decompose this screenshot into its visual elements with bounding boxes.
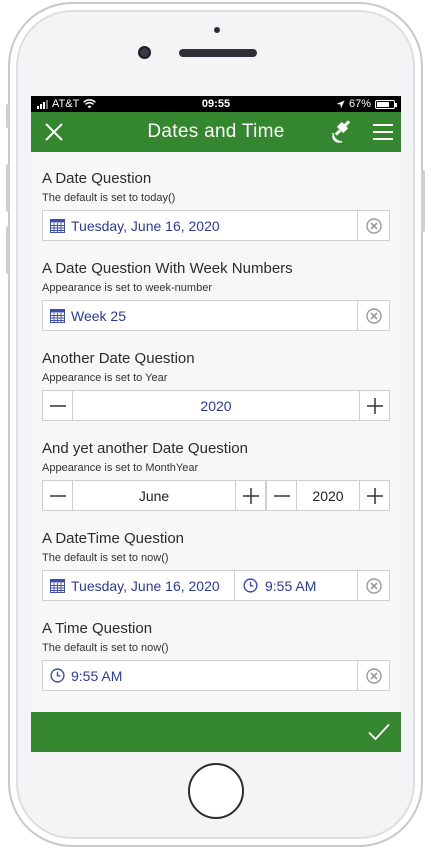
front-camera [138,46,151,59]
question-label: A Date Question With Week Numbers [42,260,293,277]
time-value: 9:55 AM [265,577,317,594]
clear-button[interactable] [358,660,390,691]
question-hint: Appearance is set to week-number [42,282,212,294]
month-value[interactable]: June [73,480,235,511]
minus-icon [49,494,66,497]
form-footer [31,712,401,752]
clear-icon [365,667,382,684]
question-month-year: And yet another Date Question Appearance… [42,422,390,512]
clear-icon [365,577,382,594]
date-field[interactable]: Tuesday, June 16, 2020 [42,210,358,241]
week-value: Week 25 [71,307,126,324]
clock-time: 09:55 [201,98,231,110]
proximity-sensor [214,27,220,33]
clear-button[interactable] [358,300,390,331]
week-field[interactable]: Week 25 [42,300,358,331]
question-datetime: A DateTime Question The default is set t… [42,512,390,602]
question-label: A Time Question [42,620,153,637]
question-hint: Appearance is set to MonthYear [42,462,199,474]
gps-button[interactable] [327,112,357,152]
calendar-icon [49,578,65,593]
menu-button[interactable] [369,112,397,152]
time-field[interactable]: 9:55 AM [42,660,358,691]
volume-down-button [6,226,10,274]
plus-icon [242,487,259,504]
form-content: A Date Question The default is set to to… [31,152,401,692]
volume-up-button [6,164,10,212]
month-increment-button[interactable] [235,480,266,511]
question-hint: Appearance is set to Year [42,372,168,384]
date-value: Tuesday, June 16, 2020 [71,577,220,594]
question-label: Another Date Question [42,350,195,367]
date-field[interactable]: Tuesday, June 16, 2020 [42,570,235,601]
home-button[interactable] [188,763,244,819]
gps-icon [332,120,351,143]
question-hint: The default is set to now() [42,642,169,654]
submit-button[interactable] [361,712,397,752]
close-icon [45,123,63,141]
question-label: A Date Question [42,170,152,187]
year-increment-button[interactable] [359,390,390,421]
time-field[interactable]: 9:55 AM [235,570,358,601]
year-value[interactable]: 2020 [73,390,359,421]
close-button[interactable] [37,112,71,152]
check-icon [368,723,390,741]
battery-icon [375,99,397,109]
year-decrement-button[interactable] [42,390,73,421]
calendar-icon [49,308,65,323]
time-value: 9:55 AM [71,667,123,684]
question-date: A Date Question The default is set to to… [42,152,390,242]
app-header: Dates and Time [31,112,401,152]
clear-button[interactable] [358,570,390,601]
status-bar: AT&T 09:55 67% [31,96,401,112]
clock-icon [49,668,65,683]
clear-button[interactable] [358,210,390,241]
year-decrement-button[interactable] [266,480,297,511]
clear-icon [365,307,382,324]
question-label: And yet another Date Question [42,440,248,457]
clock-icon [242,578,258,593]
minus-icon [49,404,66,407]
power-button [421,170,425,232]
plus-icon [366,487,383,504]
question-hint: The default is set to now() [42,552,169,564]
question-week-number: A Date Question With Week Numbers Appear… [42,242,390,332]
earpiece-speaker [179,49,257,57]
question-time: A Time Question The default is set to no… [42,602,390,692]
year-increment-button[interactable] [359,480,390,511]
question-label: A DateTime Question [42,530,185,547]
question-hint: The default is set to today() [42,192,176,204]
app-screen: AT&T 09:55 67% Dates and Time A Date Que… [31,96,401,752]
month-decrement-button[interactable] [42,480,73,511]
plus-icon [366,397,383,414]
mute-switch [6,104,10,128]
question-year: Another Date Question Appearance is set … [42,332,390,422]
clear-icon [365,217,382,234]
calendar-icon [49,218,65,233]
minus-icon [273,494,290,497]
year-value[interactable]: 2020 [297,480,359,511]
date-value: Tuesday, June 16, 2020 [71,217,220,234]
menu-icon [373,124,393,140]
